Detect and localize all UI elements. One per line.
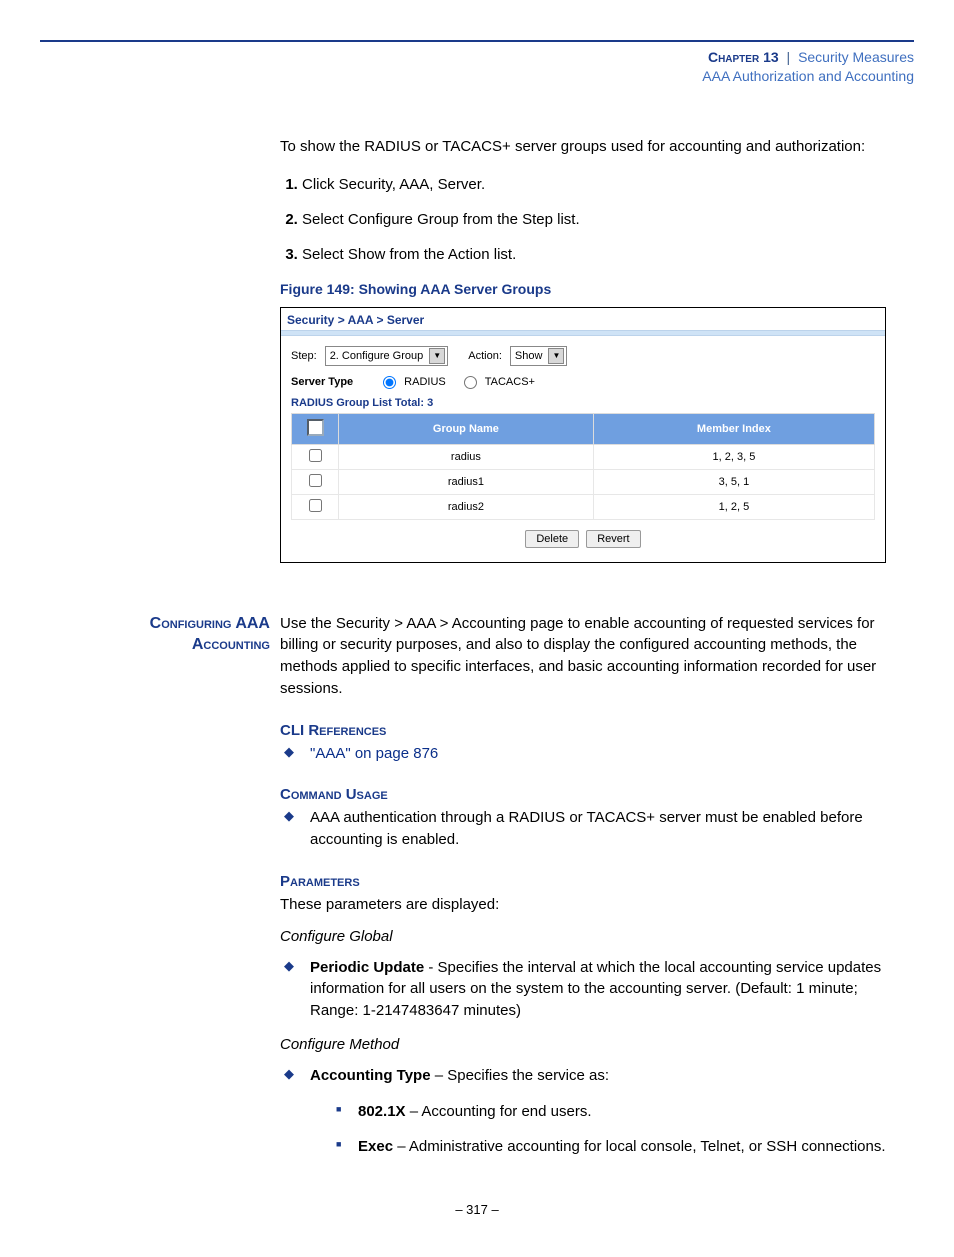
- configure-global-subhead: Configure Global: [280, 928, 886, 945]
- sub-8021x-term: 802.1X: [358, 1103, 406, 1120]
- step-select[interactable]: 2. Configure Group ▼: [325, 346, 449, 366]
- action-select[interactable]: Show ▼: [510, 346, 568, 366]
- cmd-usage-item: AAA authentication through a RADIUS or T…: [280, 807, 886, 851]
- cli-references-heading: CLI References: [280, 722, 886, 739]
- configure-method-subhead: Configure Method: [280, 1036, 886, 1053]
- header-separator: |: [783, 49, 795, 65]
- sub-exec-desc: – Administrative accounting for local co…: [393, 1138, 886, 1155]
- table-row: radius1 3, 5, 1: [292, 469, 875, 494]
- step-select-value: 2. Configure Group: [330, 350, 424, 362]
- radio-tacacs-label: TACACS+: [485, 376, 535, 388]
- app-breadcrumb: Security > AAA > Server: [281, 308, 885, 330]
- app-screenshot: Security > AAA > Server Step: 2. Configu…: [280, 307, 886, 563]
- dropdown-arrow-icon: ▼: [548, 348, 564, 364]
- cli-ref-link[interactable]: "AAA" on page 876: [310, 745, 438, 762]
- header-crumb: Security Measures: [798, 49, 914, 65]
- radio-tacacs[interactable]: [464, 376, 477, 389]
- command-usage-heading: Command Usage: [280, 786, 886, 803]
- param-accounting-type: Accounting Type – Specifies the service …: [280, 1065, 886, 1158]
- header-subcrumb: AAA Authorization and Accounting: [40, 67, 914, 86]
- col-checkbox-header: [292, 413, 339, 444]
- chapter-label: Chapter 13: [708, 49, 779, 65]
- action-label: Action:: [468, 350, 502, 362]
- parameters-heading: Parameters: [280, 873, 886, 890]
- cell-group-name: radius1: [339, 469, 594, 494]
- radio-radius[interactable]: [383, 376, 396, 389]
- parameters-intro: These parameters are displayed:: [280, 894, 886, 916]
- intro-paragraph: To show the RADIUS or TACACS+ server gro…: [280, 136, 886, 158]
- cell-member-index: 1, 2, 3, 5: [593, 444, 874, 469]
- group-list-total: Total: 3: [395, 397, 433, 409]
- step-item: Select Show from the Action list.: [302, 246, 886, 263]
- accounting-type-term: Accounting Type: [310, 1067, 431, 1084]
- table-row: radius2 1, 2, 5: [292, 494, 875, 519]
- action-select-value: Show: [515, 350, 543, 362]
- step-item: Select Configure Group from the Step lis…: [302, 211, 886, 228]
- revert-button[interactable]: Revert: [586, 530, 640, 548]
- delete-button[interactable]: Delete: [525, 530, 579, 548]
- side-heading-line2: Accounting: [192, 636, 270, 653]
- page-number: – 317 –: [0, 1202, 954, 1217]
- sub-8021x-desc: – Accounting for end users.: [406, 1103, 592, 1120]
- section-lead: Use the Security > AAA > Accounting page…: [280, 613, 886, 700]
- cell-member-index: 3, 5, 1: [593, 469, 874, 494]
- col-group-name: Group Name: [339, 413, 594, 444]
- cell-group-name: radius2: [339, 494, 594, 519]
- row-checkbox[interactable]: [309, 449, 322, 462]
- subparam-8021x: 802.1X – Accounting for end users.: [332, 1101, 886, 1123]
- cli-ref-item: "AAA" on page 876: [280, 743, 886, 765]
- radio-radius-label: RADIUS: [404, 376, 446, 388]
- col-member-index: Member Index: [593, 413, 874, 444]
- row-checkbox[interactable]: [309, 499, 322, 512]
- step-label: Step:: [291, 350, 317, 362]
- side-heading-line1: Configuring AAA: [150, 615, 270, 632]
- group-list-title: RADIUS Group List: [291, 397, 392, 409]
- server-type-label: Server Type: [291, 376, 353, 388]
- periodic-update-term: Periodic Update: [310, 959, 424, 976]
- steps-list: Click Security, AAA, Server. Select Conf…: [280, 176, 886, 263]
- row-checkbox[interactable]: [309, 474, 322, 487]
- group-table: Group Name Member Index radius 1, 2, 3, …: [291, 413, 875, 520]
- param-periodic-update: Periodic Update - Specifies the interval…: [280, 957, 886, 1022]
- header-checkbox[interactable]: [307, 419, 324, 436]
- accounting-type-desc: – Specifies the service as:: [431, 1067, 609, 1084]
- subparam-exec: Exec – Administrative accounting for loc…: [332, 1136, 886, 1158]
- sub-exec-term: Exec: [358, 1138, 393, 1155]
- table-row: radius 1, 2, 3, 5: [292, 444, 875, 469]
- dropdown-arrow-icon: ▼: [429, 348, 445, 364]
- cell-member-index: 1, 2, 5: [593, 494, 874, 519]
- section-side-heading: Configuring AAA Accounting: [0, 613, 280, 656]
- step-item: Click Security, AAA, Server.: [302, 176, 886, 193]
- figure-caption: Figure 149: Showing AAA Server Groups: [280, 281, 886, 297]
- page-header: Chapter 13 | Security Measures AAA Autho…: [40, 48, 914, 86]
- cell-group-name: radius: [339, 444, 594, 469]
- header-rule: [40, 40, 914, 42]
